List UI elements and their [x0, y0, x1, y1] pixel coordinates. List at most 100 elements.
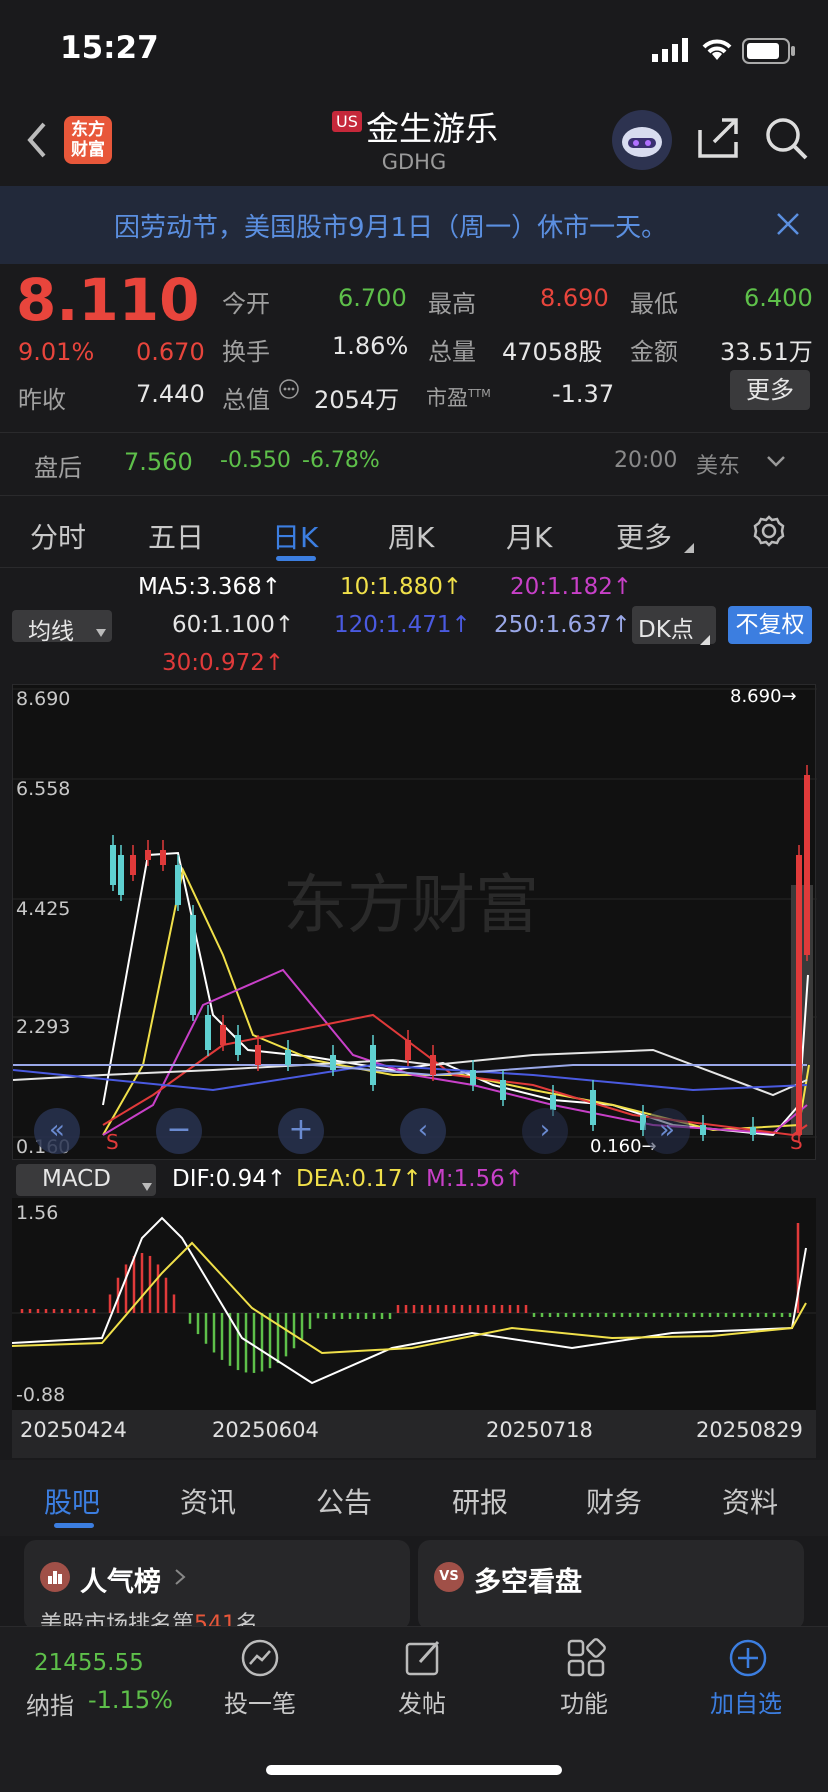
candle-body: [500, 1080, 506, 1100]
settings-gear-icon[interactable]: [752, 514, 786, 552]
after-hours-timezone: 美东: [696, 454, 741, 479]
add-watchlist-icon[interactable]: [728, 1638, 768, 1682]
popularity-rank-prefix: 美股市场排名第: [40, 1612, 195, 1626]
macd-y-tick-min: -0.88: [16, 1384, 66, 1406]
open-value: 6.700: [338, 284, 407, 312]
adjust-button[interactable]: 不复权: [728, 606, 812, 644]
candle-body: [235, 1035, 241, 1055]
indicator-arrow-icon: [142, 1176, 152, 1195]
change-pct: 9.01%: [18, 338, 95, 366]
tab-intraday[interactable]: 分时: [30, 516, 86, 556]
turnover-rate-value: 1.86%: [332, 332, 409, 360]
more-button[interactable]: 更多: [730, 370, 810, 410]
search-icon[interactable]: [764, 116, 808, 164]
tab-monthly-k[interactable]: 月K: [506, 516, 552, 556]
robot-avatar-icon[interactable]: [612, 110, 672, 170]
zoom-out-icon[interactable]: −: [156, 1108, 202, 1154]
candle-body: [110, 845, 116, 885]
candle-body: [220, 1025, 226, 1045]
after-hours-time: 20:00: [614, 448, 678, 473]
sell-marker: S: [106, 1130, 119, 1154]
ma10-label: 10:1.880↑: [340, 574, 463, 600]
ma60-label: 60:1.100↑: [172, 612, 295, 638]
after-hours-label: 盘后: [34, 454, 82, 482]
popularity-rank: 美股市场排名第541名: [40, 1606, 258, 1626]
dk-arrow-icon: [700, 630, 710, 649]
chevron-down-icon[interactable]: [766, 454, 786, 473]
content-tabs: [0, 1460, 828, 1536]
y-tick-3: 4.425: [16, 898, 71, 920]
ma120-line: [12, 1063, 808, 1092]
tab-weekly-k[interactable]: 周K: [388, 516, 434, 556]
popularity-rank-unit: 名: [236, 1612, 259, 1626]
zoom-in-icon[interactable]: +: [278, 1108, 324, 1154]
tab-profile[interactable]: 资料: [722, 1481, 778, 1521]
share-icon[interactable]: [696, 116, 740, 164]
candle-body: [145, 850, 151, 860]
close-icon[interactable]: [776, 212, 800, 240]
index-change: -1.15%: [88, 1686, 173, 1714]
trade-icon[interactable]: [240, 1638, 280, 1682]
tab-forum[interactable]: 股吧: [44, 1481, 100, 1521]
macd-chart[interactable]: [11, 1198, 816, 1410]
tab-daily-k[interactable]: 日K: [272, 516, 318, 556]
scroll-left-icon[interactable]: ‹: [400, 1108, 446, 1154]
x-tick-4: 20250829: [696, 1418, 803, 1442]
stock-name: 金生游乐: [366, 109, 498, 148]
tab-more[interactable]: 更多: [616, 516, 672, 556]
kline-chart[interactable]: 东方财富: [12, 684, 817, 1160]
pe-superscript: TTM: [468, 387, 491, 400]
indicator-selector-label: MACD: [42, 1166, 111, 1192]
function-grid-icon[interactable]: [566, 1638, 606, 1682]
tab-announcements[interactable]: 公告: [316, 1481, 372, 1521]
volume-value: 47058股: [502, 338, 603, 366]
x-tick-2: 20250604: [212, 1418, 319, 1442]
index-name[interactable]: 纳指: [26, 1686, 74, 1721]
candle-body: [330, 1055, 336, 1070]
candle-body: [370, 1045, 376, 1085]
x-tick-1: 20250424: [20, 1418, 127, 1442]
tab-news[interactable]: 资讯: [180, 1481, 236, 1521]
tab-five-day[interactable]: 五日: [148, 516, 204, 556]
add-watchlist-label[interactable]: 加自选: [691, 1684, 801, 1719]
popularity-rank-number: 541: [194, 1612, 237, 1626]
post-icon[interactable]: [404, 1638, 444, 1682]
amount-value: 33.51万: [720, 338, 813, 366]
high-label: 最高: [428, 290, 476, 318]
candle-body: [255, 1045, 261, 1065]
y-tick-max: 8.690: [16, 688, 71, 710]
post-label[interactable]: 发帖: [367, 1684, 477, 1719]
after-hours-change-pct: -6.78%: [302, 448, 380, 473]
scroll-right-icon[interactable]: ›: [522, 1108, 568, 1154]
last-price: 8.110: [16, 266, 200, 334]
prev-close-value: 7.440: [136, 380, 205, 408]
scroll-right-fast-icon[interactable]: »: [644, 1108, 690, 1154]
candle-body: [700, 1125, 706, 1135]
after-hours-price: 7.560: [124, 448, 193, 476]
kline-svg: 东方财富: [12, 688, 817, 1141]
function-label[interactable]: 功能: [529, 1684, 639, 1719]
dif-line: [11, 1216, 807, 1385]
ma5-label: MA5:3.368↑: [138, 574, 282, 600]
market-cap-label: 总值: [222, 386, 270, 414]
tab-research[interactable]: 研报: [452, 1481, 508, 1521]
macd-dif-label: DIF:0.94↑: [172, 1166, 287, 1192]
scroll-left-fast-icon[interactable]: «: [34, 1108, 80, 1154]
low-value: 6.400: [744, 284, 813, 312]
info-icon[interactable]: [278, 378, 300, 404]
home-indicator: [266, 1765, 562, 1775]
market-cap-value: 2054万: [314, 386, 400, 414]
indicator-selector[interactable]: MACD: [16, 1164, 156, 1196]
low-label: 最低: [630, 290, 678, 318]
trade-label[interactable]: 投一笔: [205, 1684, 315, 1719]
candle-body: [160, 850, 166, 865]
volume-label: 总量: [428, 338, 476, 366]
long-short-title: 多空看盘: [474, 1567, 582, 1598]
versus-icon: VS: [434, 1562, 464, 1592]
index-value: 21455.55: [34, 1650, 144, 1676]
tab-finance[interactable]: 财务: [586, 1481, 642, 1521]
wifi-icon: [700, 36, 734, 66]
adjust-label: 不复权: [735, 612, 805, 638]
candle-body: [190, 915, 196, 1015]
amount-label: 金额: [630, 338, 678, 366]
